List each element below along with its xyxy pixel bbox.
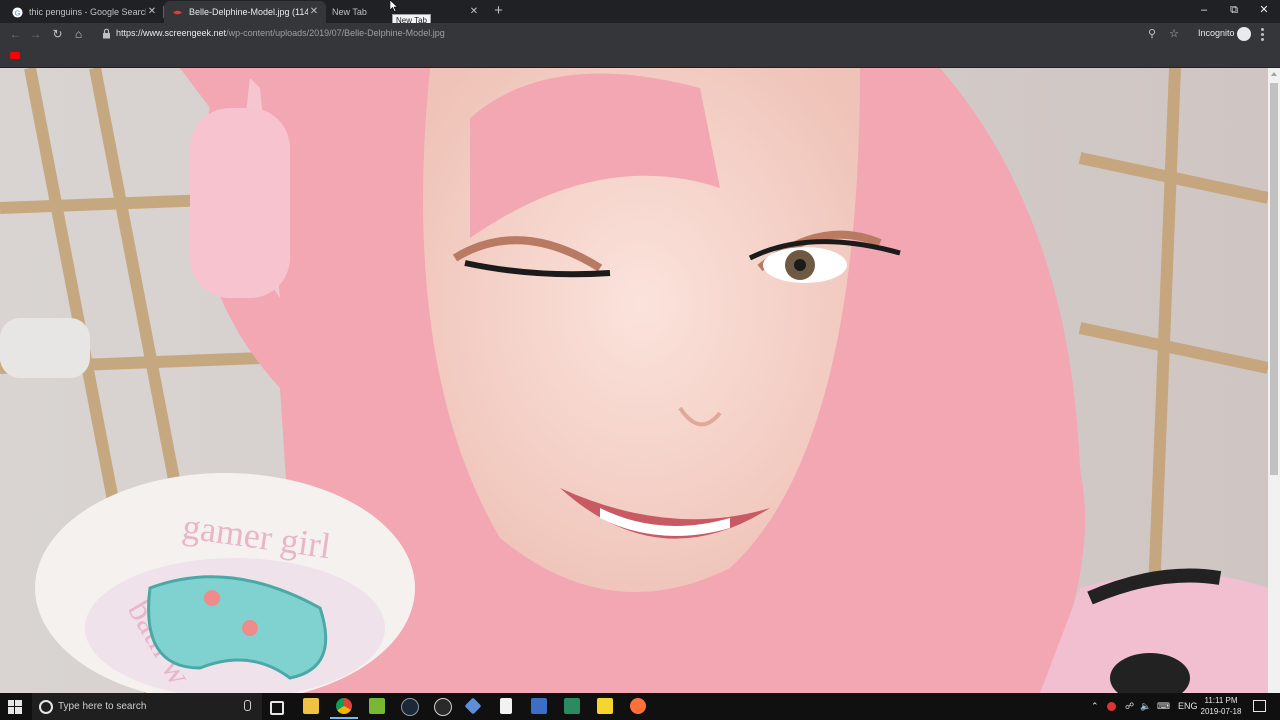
forward-button[interactable]: → (28, 27, 43, 42)
url-path: /wp-content/uploads/2019/07/Belle-Delphi… (226, 28, 445, 38)
windows-taskbar: Type here to search ⌃ ☍ 🔈 ⌨ ENG 11:11 PM… (0, 693, 1280, 720)
bookmarks-bar (0, 46, 1280, 68)
tab-title: Belle-Delphine-Model.jpg (1140× (189, 7, 308, 17)
system-clock[interactable]: 11:11 PM 2019-07-18 (1197, 695, 1245, 717)
close-tab-icon[interactable]: ✕ (146, 6, 158, 18)
zoom-icon[interactable]: ⚲ (1145, 27, 1159, 42)
app-icon[interactable] (564, 698, 580, 714)
obs-icon[interactable] (434, 698, 452, 716)
taskbar-search-box[interactable]: Type here to search (32, 693, 262, 720)
screengeek-icon (172, 10, 183, 14)
utorrent-icon[interactable] (369, 698, 385, 714)
google-icon: G (12, 6, 23, 18)
close-tab-icon[interactable]: ✕ (308, 6, 320, 18)
youtube-bookmark-icon[interactable] (10, 52, 20, 59)
close-tab-icon[interactable]: ✕ (468, 6, 480, 18)
action-center-icon[interactable] (1253, 700, 1266, 712)
microphone-icon[interactable] (244, 700, 251, 711)
tab-belle-delphine-model[interactable]: Belle-Delphine-Model.jpg (1140× ✕ (164, 1, 326, 23)
language-indicator[interactable]: ENG (1178, 701, 1198, 711)
clock-time: 11:11 PM (1204, 696, 1238, 705)
browser-toolbar: ← → ↻ ⌂ https://www.screengeek.net/wp-co… (0, 23, 1280, 46)
new-tab-button[interactable]: + (491, 3, 506, 19)
menu-icon[interactable] (1261, 28, 1265, 41)
reload-button[interactable]: ↻ (50, 27, 65, 42)
home-button[interactable]: ⌂ (71, 27, 86, 42)
back-button[interactable]: ← (8, 27, 23, 42)
svg-text:G: G (15, 8, 21, 17)
lock-icon[interactable] (102, 28, 111, 39)
show-hidden-icons-icon[interactable]: ⌃ (1091, 701, 1099, 712)
app-icon[interactable] (630, 698, 646, 714)
tab-title: thic penguins - Google Search (29, 7, 146, 17)
clock-date: 2019-07-18 (1200, 707, 1242, 716)
app-icon[interactable] (464, 697, 482, 715)
mouse-cursor-icon (390, 0, 398, 12)
antivirus-tray-icon[interactable] (1107, 702, 1116, 711)
url-host: https://www.screengeek.net (116, 28, 227, 38)
image-viewer: gamer girl bath w (0, 68, 1268, 693)
notepad-icon[interactable] (500, 698, 512, 714)
restore-button[interactable]: ⧉ (1218, 0, 1250, 22)
keyboard-icon[interactable]: ⌨ (1157, 701, 1170, 712)
scroll-up-arrow-icon[interactable] (1271, 72, 1277, 76)
volume-icon[interactable]: 🔈 (1140, 701, 1151, 712)
incognito-label: Incognito (1198, 28, 1235, 38)
steam-icon[interactable] (401, 698, 419, 716)
vertical-scrollbar[interactable] (1268, 68, 1280, 693)
incognito-icon[interactable] (1237, 27, 1251, 41)
search-placeholder: Type here to search (58, 701, 147, 712)
sticky-notes-icon[interactable] (597, 698, 613, 714)
scroll-thumb[interactable] (1270, 83, 1278, 475)
chrome-icon[interactable] (330, 698, 358, 719)
cortana-icon (39, 700, 53, 714)
displayed-image: gamer girl bath w (0, 68, 1268, 693)
tab-strip: G thic penguins - Google Search ✕ Belle-… (0, 0, 1280, 23)
bookmark-star-icon[interactable]: ☆ (1167, 27, 1181, 42)
file-explorer-icon[interactable] (303, 698, 319, 714)
network-icon[interactable]: ☍ (1125, 701, 1134, 712)
minimize-button[interactable]: – (1188, 0, 1220, 22)
close-window-button[interactable]: ✕ (1248, 0, 1280, 22)
app-icon[interactable] (531, 698, 547, 714)
address-bar[interactable]: https://www.screengeek.net/wp-content/up… (116, 28, 445, 38)
task-view-icon[interactable] (270, 701, 284, 715)
tab-google-search[interactable]: G thic penguins - Google Search ✕ (4, 1, 164, 23)
windows-start-icon[interactable] (8, 700, 22, 714)
